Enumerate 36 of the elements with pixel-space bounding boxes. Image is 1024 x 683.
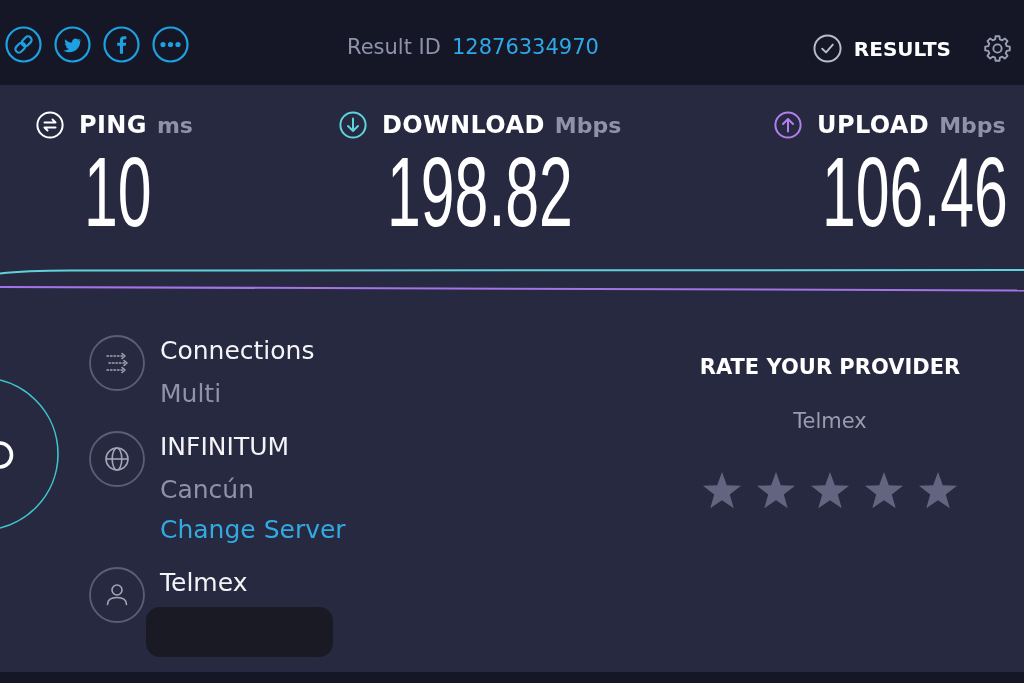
rate-provider-name: Telmex <box>793 408 867 435</box>
metric-value: 106.46 <box>822 144 1008 240</box>
metric-label: DOWNLOAD <box>382 111 545 139</box>
provider-name: Telmex <box>160 567 248 599</box>
f-icon[interactable] <box>103 26 140 63</box>
metric-unit: Mbps <box>939 112 1006 138</box>
metric-value: 198.82 <box>387 144 573 240</box>
result-id-link[interactable]: 12876334970 <box>451 34 599 59</box>
star-icon[interactable] <box>702 471 742 511</box>
connections-title: Connections <box>160 335 315 367</box>
bird-icon[interactable] <box>54 26 91 63</box>
server-name: INFINITUM <box>160 431 290 463</box>
person-icon <box>89 567 145 623</box>
server-location: Cancún <box>160 474 255 506</box>
link-icon[interactable] <box>5 26 42 63</box>
metric-value: 10 <box>84 144 152 240</box>
metric-label: UPLOAD <box>817 111 930 139</box>
metric-unit: Mbps <box>554 112 622 138</box>
metric-label: PING <box>79 111 147 139</box>
star-icon[interactable] <box>810 471 850 511</box>
results-button[interactable]: RESULTS <box>853 36 951 61</box>
more-icon[interactable] <box>152 26 189 63</box>
connections-value: Multi <box>160 378 222 410</box>
result-id-label: Result ID <box>347 34 441 59</box>
star-icon[interactable] <box>918 471 958 511</box>
dotted-arrows-icon <box>89 335 145 391</box>
star-icon[interactable] <box>756 471 796 511</box>
rate-title: RATE YOUR PROVIDER <box>699 354 961 381</box>
change-server-link[interactable]: Change Server <box>160 513 346 547</box>
globe-icon <box>89 431 145 487</box>
star-icon[interactable] <box>864 471 904 511</box>
check-circle-icon <box>812 34 842 63</box>
swap-arrows-icon <box>36 111 64 139</box>
settings-icon[interactable] <box>983 34 1012 63</box>
metric-unit: ms <box>156 112 193 138</box>
round-button[interactable] <box>0 376 60 532</box>
